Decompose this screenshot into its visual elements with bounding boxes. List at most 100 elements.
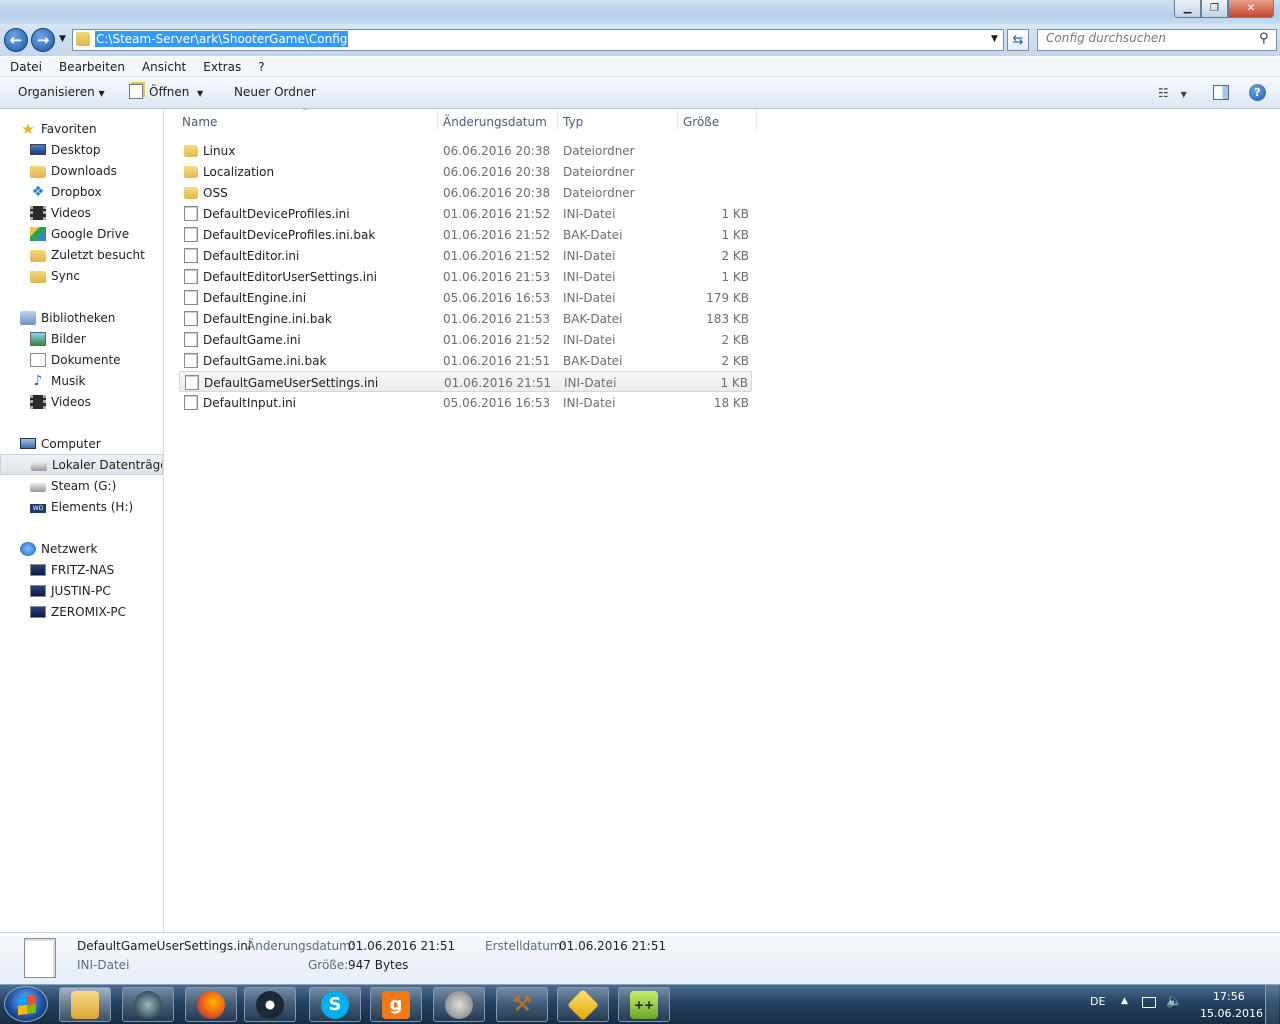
recent-pages-dropdown-icon[interactable]: ▼ [59,34,66,44]
clock-date[interactable]: 15.06.2016 [1200,1007,1263,1020]
details-filetype: INI-Datei [77,958,130,972]
taskbar-explorer[interactable] [59,987,111,1022]
table-row-selected[interactable]: DefaultGameUserSettings.ini 01.06.2016 21… [179,371,752,392]
table-row[interactable]: Linux 06.06.2016 20:38 Dateiordner [179,140,752,161]
taskbar-firefox[interactable] [185,987,237,1022]
view-options-icon[interactable]: ☷ ▼ [1158,86,1187,100]
details-modified-label: Änderungsdatum: [247,939,355,953]
help-icon[interactable]: ? [1249,84,1266,101]
menu-extras[interactable]: Extras [193,57,248,76]
nav-item-videos-lib[interactable]: Videos [0,391,163,412]
address-path[interactable]: C:\Steam-Server\ark\ShooterGame\Config [95,31,349,47]
taskbar-gmod[interactable]: g [370,987,422,1022]
column-divider[interactable] [557,110,558,130]
nav-network[interactable]: Netzwerk [0,538,163,559]
table-row[interactable]: DefaultGame.ini.bak 01.06.2016 21:51 BAK-D… [179,350,752,371]
nav-item-google-drive[interactable]: Google Drive [0,223,163,244]
nav-computer[interactable]: Computer [0,433,163,454]
file-type: Dateiordner [563,165,635,179]
address-dropdown-icon[interactable]: ▼ [991,34,998,44]
details-created-value: 01.06.2016 21:51 [559,939,667,953]
preview-pane-icon[interactable] [1213,85,1229,100]
taskbar-skype[interactable]: S [309,987,361,1022]
maximize-button[interactable]: ❐ [1201,0,1228,18]
file-type: BAK-Datei [563,312,623,326]
organize-button[interactable]: Organisieren ▼ [18,85,105,99]
show-hidden-icons-icon[interactable]: ▲ [1121,996,1128,1006]
nav-item-videos-fav[interactable]: Videos [0,202,163,223]
taskbar-gavel[interactable]: ⚒ [496,987,548,1022]
file-size: 18 KB [713,396,749,410]
search-icon[interactable]: ⚲ [1259,31,1269,46]
taskbar-notepad-plus[interactable]: ++ [618,987,670,1022]
open-button[interactable]: Öffnen ▼ [149,85,203,99]
refresh-button[interactable]: ⇆ [1007,29,1029,51]
nav-item-steam-drive[interactable]: Steam (G:) [0,475,163,496]
language-indicator[interactable]: DE [1090,995,1105,1008]
table-row[interactable]: DefaultDeviceProfiles.ini.bak 01.06.2016 … [179,224,752,245]
nav-item-zeromix-pc[interactable]: ZEROMIX-PC [0,601,163,622]
show-desktop-button[interactable] [1265,985,1279,1024]
table-row[interactable]: DefaultInput.ini 05.06.2016 16:53 INI-Date… [179,392,752,413]
forward-button[interactable]: → [31,28,55,52]
table-row[interactable]: DefaultEditor.ini 01.06.2016 21:52 INI-Dat… [179,245,752,266]
nav-item-pictures[interactable]: Bilder [0,328,163,349]
nav-item-recent[interactable]: Zuletzt besucht [0,244,163,265]
nav-item-music[interactable]: ♪ Musik [0,370,163,391]
nav-libraries[interactable]: Bibliotheken [0,307,163,328]
file-date: 05.06.2016 16:53 [443,291,551,305]
volume-icon[interactable]: 🔈 [1166,994,1182,1009]
taskbar-steam[interactable] [244,987,296,1022]
close-button[interactable]: ✕ [1228,0,1274,18]
action-center-icon[interactable] [1142,997,1156,1008]
table-row[interactable]: DefaultGame.ini 01.06.2016 21:52 INI-Datei… [179,329,752,350]
nav-item-dropbox[interactable]: ❖ Dropbox [0,181,163,202]
new-folder-button[interactable]: Neuer Ordner [234,85,316,99]
nav-item-sync[interactable]: Sync [0,265,163,286]
nav-favorites[interactable]: ★ Favoriten [0,118,163,139]
nav-item-fritz-nas[interactable]: FRITZ-NAS [0,559,163,580]
minimize-button[interactable]: ▁ [1174,0,1201,18]
nav-item-desktop[interactable]: Desktop [0,139,163,160]
start-button[interactable] [4,986,48,1022]
taskbar-speaker-app[interactable] [433,987,485,1022]
nav-item-justin-pc[interactable]: JUSTIN-PC [0,580,163,601]
table-row[interactable]: OSS 06.06.2016 20:38 Dateiordner [179,182,752,203]
column-divider[interactable] [677,110,678,130]
back-button[interactable]: ← [4,28,28,52]
file-size: 2 KB [721,333,749,347]
nav-item-downloads[interactable]: Downloads [0,160,163,181]
nav-item-documents[interactable]: Dokumente [0,349,163,370]
file-icon [184,311,198,326]
menu-datei[interactable]: Datei [0,57,49,76]
folder-icon [184,166,198,178]
menu-bearbeiten[interactable]: Bearbeiten [49,57,132,76]
table-row[interactable]: DefaultDeviceProfiles.ini 01.06.2016 21:5… [179,203,752,224]
table-row[interactable]: DefaultEditorUserSettings.ini 01.06.2016 … [179,266,752,287]
menu-help[interactable]: ? [248,57,271,76]
column-header-name[interactable]: Name [182,115,217,129]
table-row[interactable]: DefaultEngine.ini.bak 01.06.2016 21:53 BAK… [179,308,752,329]
table-row[interactable]: DefaultEngine.ini 05.06.2016 16:53 INI-Dat… [179,287,752,308]
taskbar-cube[interactable] [557,987,609,1022]
nav-label: Steam (G:) [51,478,117,493]
column-header-date[interactable]: Änderungsdatum [443,115,547,129]
column-header-size[interactable]: Größe [683,115,719,129]
file-thumbnail-icon [24,938,56,978]
steam-helper-icon [134,990,162,1019]
nav-label: Videos [51,394,91,409]
table-row[interactable]: Localization 06.06.2016 20:38 Dateiordner [179,161,752,182]
network-icon [20,541,36,556]
firefox-icon [197,990,225,1019]
column-divider[interactable] [437,110,438,130]
menu-ansicht[interactable]: Ansicht [132,57,193,76]
google-drive-icon [30,226,46,241]
nav-item-elements-drive[interactable]: WD Elements (H:) [0,496,163,517]
taskbar-app-2[interactable] [122,987,174,1022]
column-divider[interactable] [756,110,757,130]
clock-time[interactable]: 17:56 [1213,990,1245,1003]
column-header-type[interactable]: Typ [563,115,583,129]
file-date: 01.06.2016 21:52 [443,333,551,347]
file-date: 06.06.2016 20:38 [443,186,551,200]
nav-item-local-disk[interactable]: Lokaler Datenträger ( [0,454,163,475]
